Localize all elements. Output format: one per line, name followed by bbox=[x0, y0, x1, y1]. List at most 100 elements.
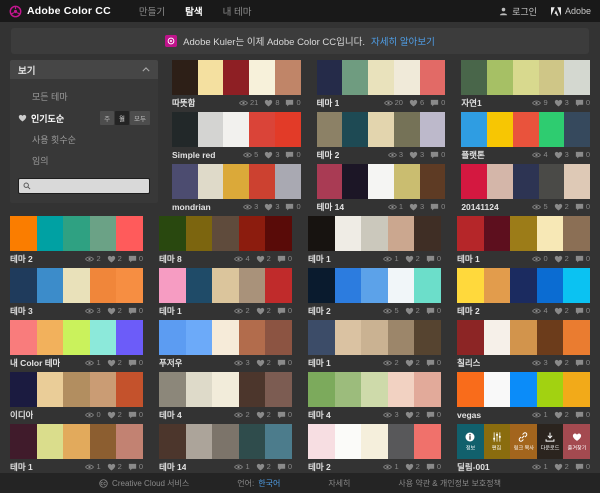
creative-cloud-link[interactable]: Creative Cloud 서비스 bbox=[99, 478, 189, 489]
sidebar-item-usage-count[interactable]: 사용 횟수순 bbox=[18, 129, 150, 150]
theme-card[interactable]: 테마 14120 bbox=[159, 424, 292, 473]
heart-icon bbox=[409, 151, 418, 159]
language-setting[interactable]: 언어: 한국어 bbox=[237, 478, 280, 489]
nav-item-create[interactable]: 만들기 bbox=[139, 4, 165, 18]
comment-icon bbox=[128, 411, 137, 419]
learn-more-link[interactable]: 자세히 알아보기 bbox=[371, 34, 435, 48]
theme-card[interactable]: 테마 2330 bbox=[317, 112, 446, 161]
color-swatch bbox=[335, 268, 362, 303]
theme-stat: 8 bbox=[264, 98, 279, 107]
info-button[interactable]: 정보 bbox=[457, 424, 484, 459]
terms-link[interactable]: 사용 약관 & 개인정보 보호정책 bbox=[398, 478, 501, 489]
theme-stats: 120 bbox=[85, 462, 143, 471]
color-swatch bbox=[361, 372, 388, 407]
theme-swatches bbox=[10, 268, 143, 303]
theme-card[interactable]: 테마 4320 bbox=[308, 372, 441, 421]
theme-card[interactable]: 테마 12060 bbox=[317, 60, 446, 109]
sidebar-item-random[interactable]: 임의 bbox=[18, 150, 150, 171]
theme-card[interactable]: 정보편집링크 복사다운로드즐겨찾기딜림-001120 bbox=[457, 424, 590, 473]
color-swatch bbox=[10, 216, 37, 251]
color-swatch bbox=[37, 268, 64, 303]
theme-card[interactable]: 테마 2520 bbox=[308, 268, 441, 317]
color-swatch bbox=[487, 112, 513, 147]
theme-card[interactable]: 테마 2420 bbox=[457, 268, 590, 317]
theme-card[interactable]: 테마 4220 bbox=[159, 372, 292, 421]
theme-stat: 20 bbox=[384, 98, 403, 107]
search-input[interactable] bbox=[34, 181, 145, 191]
theme-card[interactable]: vegas120 bbox=[457, 372, 590, 421]
heart-icon bbox=[107, 307, 116, 315]
stat-count: 2 bbox=[267, 410, 271, 419]
navbar: Adobe Color CC 만들기 탐색 내 테마 로그인 Adobe bbox=[0, 0, 600, 22]
time-filter-month[interactable]: 월 bbox=[115, 111, 129, 125]
stat-count: 2 bbox=[245, 306, 249, 315]
theme-card[interactable]: 이디아020 bbox=[10, 372, 143, 421]
stat-count: 5 bbox=[254, 150, 258, 159]
color-swatch bbox=[457, 372, 484, 407]
theme-card[interactable]: 테마 2220 bbox=[10, 216, 143, 265]
details-link[interactable]: 자세히 bbox=[328, 478, 350, 489]
theme-card[interactable]: 내 Color 테마120 bbox=[10, 320, 143, 369]
stat-count: 2 bbox=[416, 462, 420, 471]
theme-card[interactable]: 테마 1020 bbox=[457, 216, 590, 265]
color-swatch bbox=[10, 268, 37, 303]
login-button[interactable]: 로그인 bbox=[499, 5, 537, 18]
sidebar-header[interactable]: 보기 bbox=[10, 60, 158, 79]
theme-card[interactable]: 테마 1220 bbox=[308, 320, 441, 369]
nav-item-explore[interactable]: 탐색 bbox=[185, 4, 202, 18]
time-filter-week[interactable]: 주 bbox=[100, 111, 114, 125]
theme-card[interactable]: 자연1930 bbox=[461, 60, 590, 109]
theme-card[interactable]: 따뜻함2180 bbox=[172, 60, 301, 109]
theme-stats: 220 bbox=[234, 306, 292, 315]
color-swatch bbox=[239, 424, 266, 459]
theme-stat: 0 bbox=[277, 306, 292, 315]
sidebar-item-all-themes[interactable]: 모든 테마 bbox=[18, 86, 150, 107]
theme-swatches bbox=[308, 372, 441, 407]
theme-card[interactable]: 테마 1120 bbox=[308, 216, 441, 265]
favorite-button[interactable]: 즐겨찾기 bbox=[563, 424, 590, 459]
eye-icon bbox=[234, 359, 243, 367]
theme-name: vegas bbox=[457, 410, 481, 420]
theme-card[interactable]: 칠리스320 bbox=[457, 320, 590, 369]
nav-item-my-themes[interactable]: 내 테마 bbox=[223, 4, 252, 18]
toolbar-button-label: 편집 bbox=[492, 443, 501, 451]
color-swatch bbox=[212, 268, 239, 303]
adobe-brand[interactable]: Adobe bbox=[551, 6, 591, 16]
login-label: 로그인 bbox=[512, 5, 537, 18]
link-button[interactable]: 링크 복사 bbox=[510, 424, 537, 459]
sidebar-item-popularity[interactable]: 인기도순 주 월 모두 bbox=[18, 107, 150, 129]
eye-icon bbox=[85, 411, 94, 419]
stat-count: 3 bbox=[245, 358, 249, 367]
theme-card[interactable]: 테마 3320 bbox=[10, 268, 143, 317]
theme-card[interactable]: 플랫톤430 bbox=[461, 112, 590, 161]
language-value[interactable]: 한국어 bbox=[258, 478, 280, 489]
theme-card[interactable]: 테마 1120 bbox=[10, 424, 143, 473]
app-logo[interactable]: Adobe Color CC bbox=[9, 5, 111, 18]
stat-count: 2 bbox=[118, 410, 122, 419]
color-swatch bbox=[198, 60, 224, 95]
theme-card[interactable]: mondrian330 bbox=[172, 164, 301, 213]
theme-stat: 3 bbox=[532, 358, 547, 367]
search-box[interactable] bbox=[18, 178, 150, 194]
theme-card[interactable]: 테마 14130 bbox=[317, 164, 446, 213]
time-filter-all[interactable]: 모두 bbox=[130, 111, 150, 125]
chevron-up-icon[interactable] bbox=[142, 67, 150, 72]
stat-count: 2 bbox=[565, 410, 569, 419]
toolbar-button-label: 링크 복사 bbox=[513, 443, 533, 451]
theme-card[interactable]: 테마 2120 bbox=[308, 424, 441, 473]
stat-count: 0 bbox=[437, 306, 441, 315]
theme-card[interactable]: 테마 1220 bbox=[159, 268, 292, 317]
theme-card[interactable]: 20141124520 bbox=[461, 164, 590, 213]
download-button[interactable]: 다운로드 bbox=[537, 424, 564, 459]
theme-card[interactable]: 테마 8420 bbox=[159, 216, 292, 265]
theme-card[interactable]: 푸저우320 bbox=[159, 320, 292, 369]
time-filter-group: 주 월 모두 bbox=[100, 111, 150, 125]
color-swatch bbox=[265, 268, 292, 303]
edit-button[interactable]: 편집 bbox=[484, 424, 511, 459]
theme-stat: 0 bbox=[128, 306, 143, 315]
heart-icon bbox=[409, 99, 418, 107]
theme-stat: 2 bbox=[107, 462, 122, 471]
stat-count: 0 bbox=[288, 306, 292, 315]
theme-card[interactable]: Simple red530 bbox=[172, 112, 301, 161]
theme-stat: 1 bbox=[383, 462, 398, 471]
